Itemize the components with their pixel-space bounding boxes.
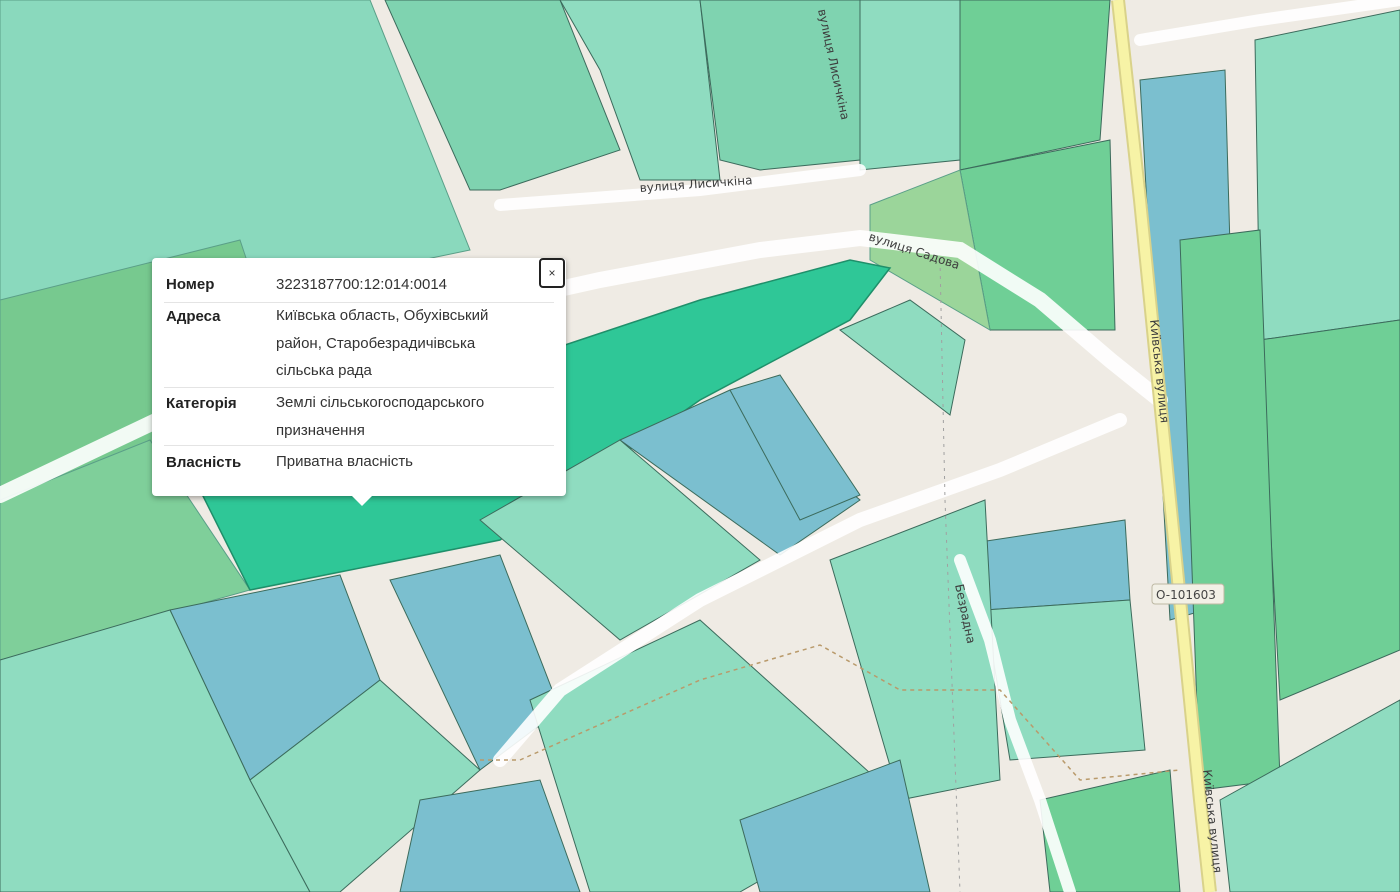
parcel[interactable] xyxy=(1259,319,1400,701)
popup-key: Категорія xyxy=(166,395,237,412)
cadastral-number: 3223187700:12:014:0014 xyxy=(276,276,448,293)
popup-row-category: Категорія Землі сільськогосподарського п… xyxy=(164,387,554,446)
popup-row-address: Адреса Київська область, Обухівський рай… xyxy=(164,302,554,388)
parcel[interactable] xyxy=(984,599,1146,761)
popup-tip xyxy=(352,496,372,506)
popup-key: Номер xyxy=(166,276,215,293)
category-value: Землі сільськогосподарського призначення xyxy=(276,394,485,439)
parcel-info-popup: × Номер 3223187700:12:014:0014 Адреса Ки… xyxy=(152,258,566,506)
popup-row-ownership: Власність Приватна власність xyxy=(164,448,554,478)
address-value: Київська область, Обухівський район, Ста… xyxy=(276,307,489,379)
popup-row-number: Номер 3223187700:12:014:0014 xyxy=(164,276,554,303)
popup-key: Адреса xyxy=(166,308,221,325)
ownership-value: Приватна власність xyxy=(276,453,413,470)
popup-key: Власність xyxy=(166,454,242,471)
parcel[interactable] xyxy=(859,0,961,171)
road-ref-label: O-101603 xyxy=(1156,588,1216,602)
parcel[interactable] xyxy=(1254,9,1400,341)
